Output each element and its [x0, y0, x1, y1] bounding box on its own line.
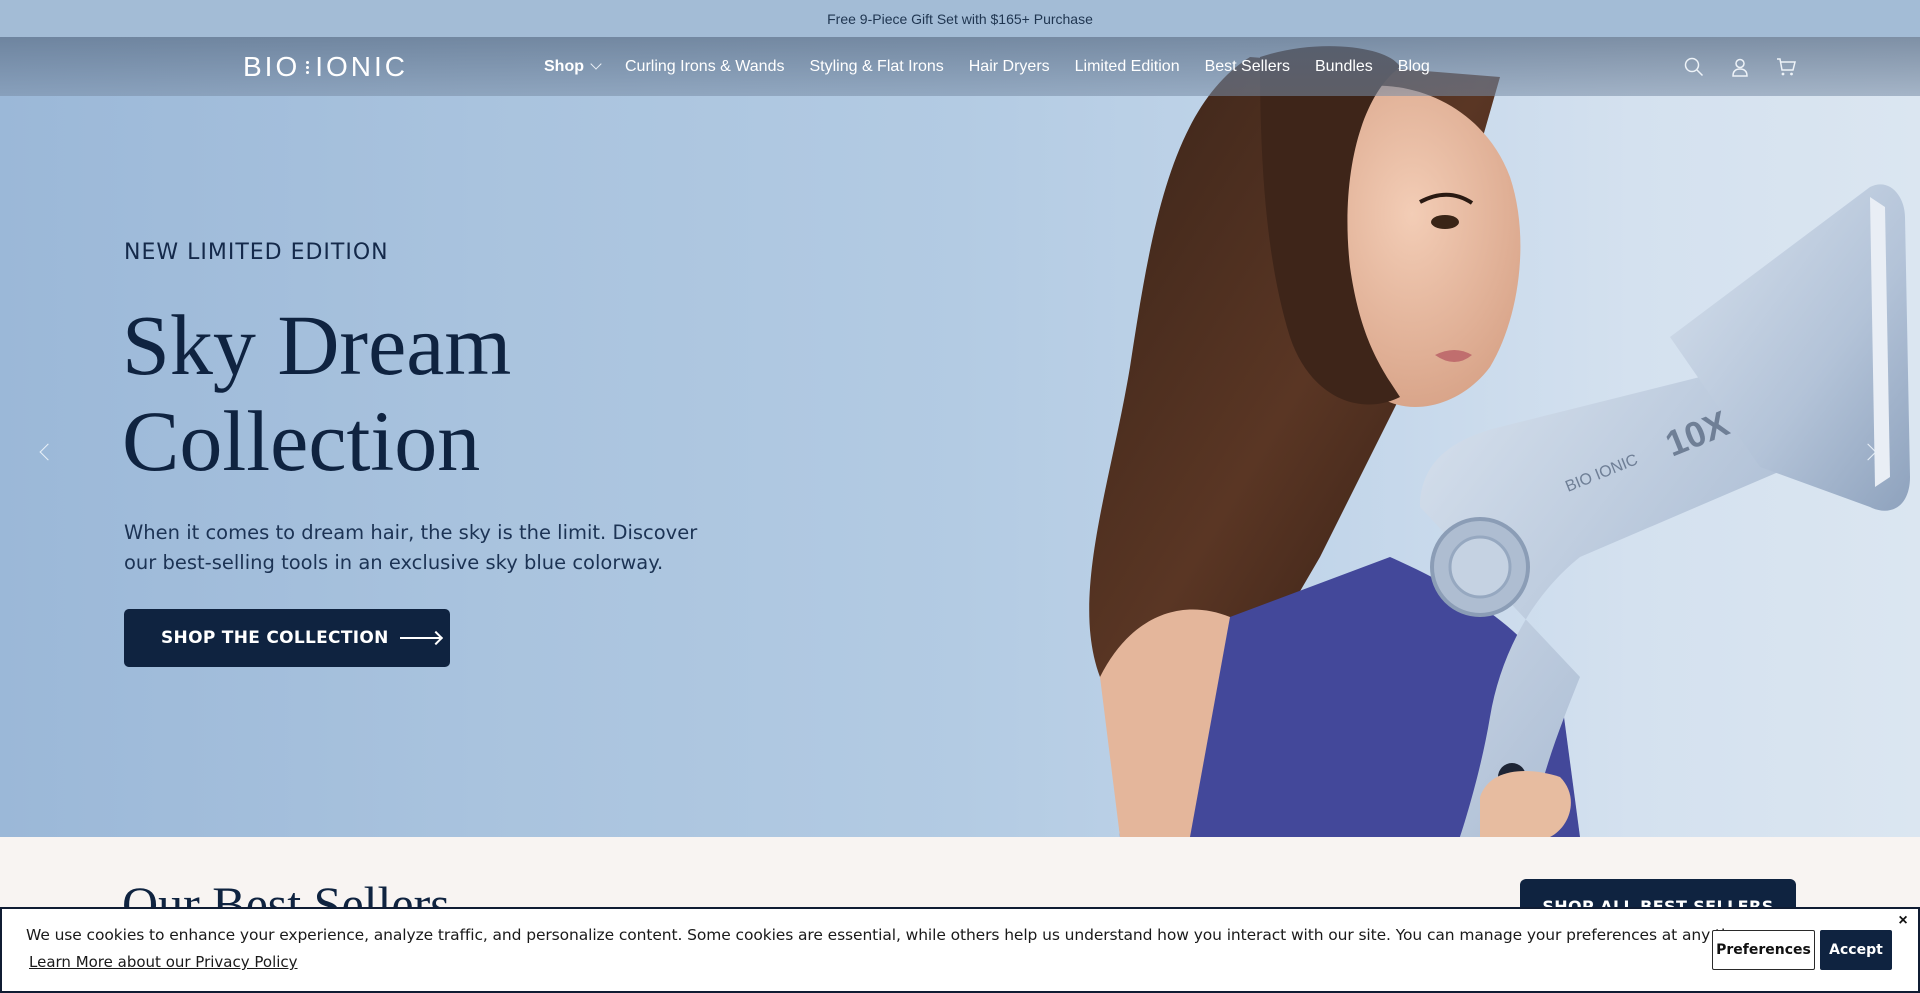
- cookie-banner: We use cookies to enhance your experienc…: [0, 907, 1920, 993]
- hero-model-photo: BIO IONIC 10X: [1089, 46, 1910, 837]
- hero-headline-line2: Collection: [122, 393, 481, 489]
- preferences-button[interactable]: Preferences: [1712, 930, 1815, 970]
- close-icon[interactable]: ×: [1895, 912, 1911, 929]
- hero-description: When it comes to dream hair, the sky is …: [124, 521, 698, 574]
- cookie-message: We use cookies to enhance your experienc…: [26, 926, 1755, 944]
- shop-collection-button[interactable]: SHOP THE COLLECTION: [124, 609, 450, 667]
- announcement-text: Free 9-Piece Gift Set with $165+ Purchas…: [827, 10, 1093, 27]
- brand-logo[interactable]: BIO IONIC: [243, 49, 408, 85]
- site-header: BIO IONIC Shop Curling Irons & Wands Sty…: [0, 37, 1920, 96]
- nav-blog[interactable]: Blog: [1398, 58, 1430, 76]
- slide-next-arrow[interactable]: [1864, 440, 1878, 466]
- nav-shop[interactable]: Shop: [544, 58, 602, 76]
- chevron-down-icon: [590, 58, 602, 70]
- arrow-right-icon: [399, 631, 442, 645]
- hero-banner: BIO IONIC 10X NEW LIMITED EDITION Sky Dr…: [0, 37, 1920, 837]
- nav-styling-flat-irons[interactable]: Styling & Flat Irons: [809, 58, 943, 76]
- account-icon[interactable]: [1729, 56, 1751, 78]
- nav-bundles[interactable]: Bundles: [1315, 58, 1373, 76]
- nav-limited-edition[interactable]: Limited Edition: [1075, 58, 1180, 76]
- accept-button[interactable]: Accept: [1820, 930, 1892, 970]
- nav-hair-dryers[interactable]: Hair Dryers: [969, 58, 1050, 76]
- header-icons: [1683, 37, 1797, 96]
- shop-collection-label: SHOP THE COLLECTION: [161, 628, 389, 648]
- hero-eyebrow: NEW LIMITED EDITION: [124, 240, 389, 265]
- hero-headline: Sky Dream Collection: [122, 297, 722, 489]
- logo-dots: [306, 60, 310, 74]
- nav-best-sellers[interactable]: Best Sellers: [1205, 58, 1290, 76]
- slide-prev-arrow[interactable]: [38, 440, 52, 466]
- main-nav: Shop Curling Irons & Wands Styling & Fla…: [544, 37, 1455, 96]
- nav-curling-irons[interactable]: Curling Irons & Wands: [625, 58, 784, 76]
- announcement-bar: Free 9-Piece Gift Set with $165+ Purchas…: [0, 0, 1920, 37]
- cart-icon[interactable]: [1775, 56, 1797, 78]
- search-icon[interactable]: [1683, 56, 1705, 78]
- hero-headline-line1: Sky Dream: [122, 297, 512, 393]
- privacy-policy-link[interactable]: Learn More about our Privacy Policy: [29, 953, 298, 971]
